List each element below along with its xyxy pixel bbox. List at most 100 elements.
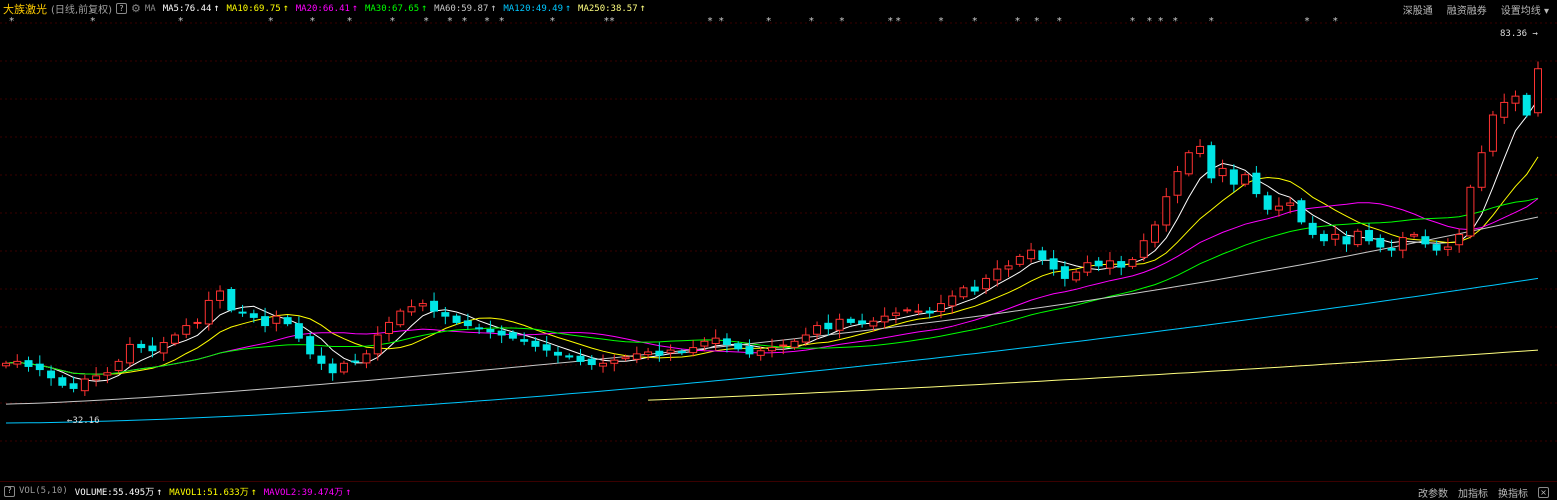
candle-down <box>1038 250 1047 261</box>
candle-up <box>13 360 22 365</box>
event-marker-icon: * <box>766 17 772 27</box>
ma-value-0: MA5:76.44 ↑ <box>162 3 220 14</box>
ma-value-4: MA60:59.87 ↑ <box>434 3 497 14</box>
candle-up <box>1511 95 1520 104</box>
candle-down <box>531 340 540 347</box>
stock-name[interactable]: 大族激光 <box>3 1 47 17</box>
candle-up <box>407 306 416 313</box>
bottom-right-menu: 改参数 加指标 换指标 × <box>1418 485 1549 500</box>
event-marker-icon: * <box>347 17 353 27</box>
event-marker-icon: * <box>9 17 15 27</box>
candle-up <box>948 295 957 307</box>
trend-up-icon: ↑ <box>250 486 257 498</box>
footer-help-icon[interactable]: ? <box>4 485 15 497</box>
trend-up-icon: ↑ <box>490 3 497 14</box>
vol-value-1: MAVOL1:51.633万 ↑ <box>169 486 257 498</box>
trend-up-icon: ↑ <box>282 3 289 14</box>
candle-up <box>835 318 844 331</box>
candle-up <box>621 356 630 360</box>
candle-up <box>1500 101 1509 118</box>
switch-indicator-button[interactable]: 换指标 <box>1498 485 1528 500</box>
event-marker-icon: * <box>1056 17 1062 27</box>
candle-up <box>396 310 405 326</box>
event-marker-icon: * <box>839 17 845 27</box>
candle-up <box>362 353 371 364</box>
event-marker-icon: * <box>423 17 429 27</box>
event-marker-icon: * <box>549 17 555 27</box>
candle-up <box>1410 233 1419 237</box>
candle-up <box>959 287 968 298</box>
candle-down <box>1060 266 1069 279</box>
event-marker-icon: * <box>1208 17 1214 27</box>
trend-up-icon: ↑ <box>345 486 352 498</box>
candle-down <box>1342 236 1351 245</box>
event-marker-icon: * <box>499 17 505 27</box>
menu-ma-settings[interactable]: 设置均线 ▾ <box>1501 2 1549 17</box>
candle-up <box>1398 237 1407 251</box>
candle-up <box>182 325 191 335</box>
help-icon[interactable]: ? <box>115 3 127 14</box>
event-marker-icon: * <box>707 17 713 27</box>
candle-up <box>779 344 788 347</box>
candle-down <box>553 351 562 356</box>
ma-value-3: MA30:67.65 ↑ <box>364 3 428 14</box>
ma-value-2: MA20:66.41 ↑ <box>295 3 358 14</box>
candle-up <box>1286 202 1295 206</box>
candle-up <box>1331 233 1340 240</box>
candle-down <box>24 360 33 367</box>
candle-up <box>204 299 213 325</box>
candle-down <box>970 286 979 292</box>
candle-up <box>711 337 720 345</box>
candle-down <box>1522 94 1531 116</box>
event-marker-icon: * <box>389 17 395 27</box>
gear-icon[interactable]: ⚙ <box>131 2 141 15</box>
candle-down <box>69 383 78 389</box>
trend-up-icon: ↑ <box>639 3 646 14</box>
candle-down <box>565 355 574 358</box>
event-marker-icon: * <box>808 17 814 27</box>
candle-down <box>1263 195 1272 210</box>
menu-shenzhen-connect[interactable]: 深股通 <box>1403 2 1433 17</box>
vol-value-2: MAVOL2:39.474万 ↑ <box>263 486 352 498</box>
event-marker-icon: * <box>1172 17 1178 27</box>
candle-up <box>418 303 427 307</box>
candle-down <box>283 317 292 325</box>
edit-params-button[interactable]: 改参数 <box>1418 485 1448 500</box>
vol-label: VOL(5,10) <box>19 486 68 496</box>
candle-up <box>114 360 123 371</box>
menu-margin-trading[interactable]: 融资融券 <box>1447 2 1487 17</box>
kline-chart[interactable]: * * * * * * * * * * * * * * * * * * * * * * * * * * * * * * * * * * <box>0 17 1557 481</box>
candle-down <box>1308 222 1317 235</box>
add-indicator-button[interactable]: 加指标 <box>1458 485 1488 500</box>
vol-value-0: VOLUME:55.495万 ↑ <box>74 486 163 498</box>
close-icon[interactable]: × <box>1538 487 1549 498</box>
candle-up <box>1218 167 1227 177</box>
candle-up <box>92 375 101 381</box>
candle-up <box>1241 174 1250 185</box>
event-marker-icon: * <box>90 17 96 27</box>
candle-up <box>1151 224 1159 243</box>
top-indicator-bar: 大族激光 (日线,前复权) ? ⚙ MA MA5:76.44 ↑ MA10:69.7… <box>0 0 1557 17</box>
candle-down <box>1319 233 1328 242</box>
candle-up <box>610 359 619 364</box>
candle-up <box>903 309 912 312</box>
candle-down <box>925 310 934 314</box>
candle-up <box>2 362 10 367</box>
candle-down <box>1432 244 1441 251</box>
candle-up <box>982 277 991 290</box>
candle-down <box>430 300 439 312</box>
arrow-right-icon: → <box>1532 29 1538 39</box>
candle-up <box>914 310 923 313</box>
candle-up <box>936 303 945 312</box>
event-marker-icon: * <box>1015 17 1021 27</box>
candle-down <box>824 322 833 330</box>
candle-up <box>993 268 1002 281</box>
candle-up <box>1443 246 1452 250</box>
candle-down <box>1387 248 1396 251</box>
vol-values: VOLUME:55.495万 ↑ MAVOL1:51.633万 ↑ MAVOL2:39.… <box>68 485 351 498</box>
event-marker-icon: * <box>1034 17 1040 27</box>
candle-up <box>813 325 822 335</box>
candle-down <box>441 312 450 317</box>
candle-up <box>700 340 709 347</box>
event-marker-icon: * <box>938 17 944 27</box>
